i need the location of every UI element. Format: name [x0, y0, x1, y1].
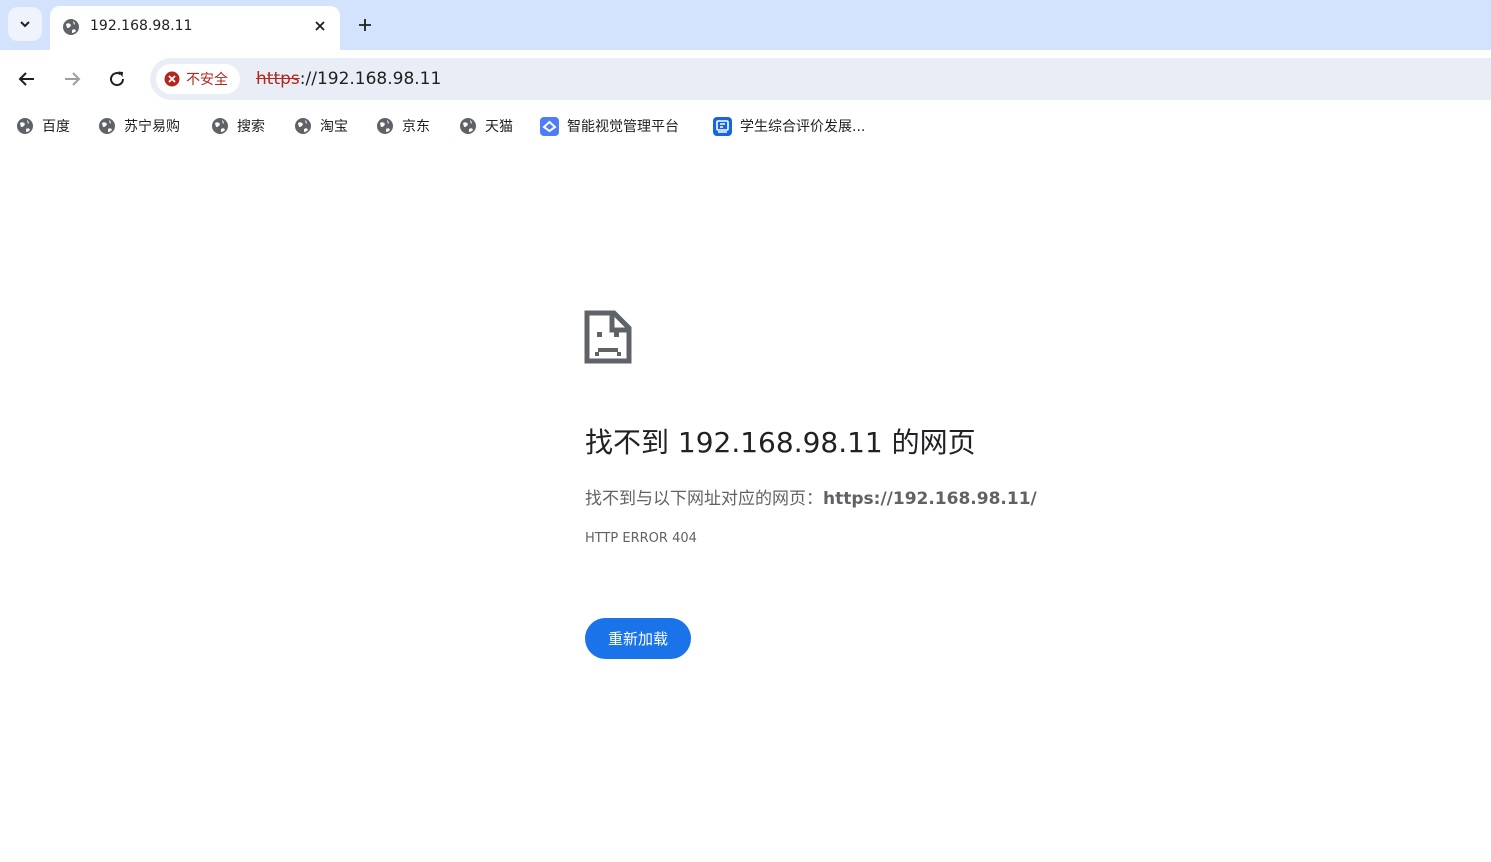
security-label: 不安全: [186, 72, 228, 88]
bookmark-label: 淘宝: [320, 119, 348, 135]
bookmark-suning[interactable]: 苏宁易购: [98, 116, 180, 136]
arrow-left-icon: [18, 72, 34, 86]
bookmark-label: 苏宁易购: [124, 119, 180, 135]
refresh-icon: [110, 71, 125, 87]
arrow-right-icon: [65, 72, 81, 86]
sad-page-icon: [584, 310, 632, 364]
globe-icon: [99, 118, 115, 134]
plus-icon: [359, 19, 371, 31]
close-icon: [315, 21, 325, 31]
url-text[interactable]: https://192.168.98.11: [256, 69, 441, 89]
security-chip[interactable]: 不安全: [156, 64, 240, 94]
student-eval-icon: [713, 116, 732, 136]
active-tab[interactable]: 192.168.98.11: [50, 6, 340, 50]
forward-button[interactable]: [58, 65, 86, 93]
error-description: 找不到与以下网址对应的网页：https://192.168.98.11/: [585, 484, 1037, 509]
error-desc-prefix: 找不到与以下网址对应的网页：: [585, 489, 823, 509]
back-button[interactable]: [13, 65, 41, 93]
insecure-warning-icon: [164, 71, 180, 87]
new-tab-button[interactable]: [352, 12, 378, 38]
chevron-down-icon: [20, 21, 30, 28]
bookmark-baidu[interactable]: 百度: [16, 116, 70, 136]
error-desc-url: https://192.168.98.11/: [823, 489, 1037, 509]
reload-page-button[interactable]: 重新加载: [585, 618, 691, 659]
tab-title: 192.168.98.11: [90, 18, 193, 34]
reload-button[interactable]: [103, 65, 131, 93]
vision-platform-icon: [540, 116, 559, 136]
url-scheme: https: [256, 69, 300, 89]
globe-icon: [17, 118, 33, 134]
bookmark-search[interactable]: 搜索: [211, 116, 265, 136]
tab-strip: 192.168.98.11: [0, 0, 1491, 50]
error-code: HTTP ERROR 404: [585, 531, 697, 546]
bookmark-student-eval[interactable]: 学生综合评价发展...: [713, 116, 865, 136]
bookmarks-bar: 百度 苏宁易购 搜索 淘宝 京东 天猫 智能视觉管理平台 学生综合评价发展...: [0, 108, 1491, 144]
bookmark-label: 智能视觉管理平台: [567, 119, 679, 135]
globe-icon: [377, 118, 393, 134]
bookmark-tmall[interactable]: 天猫: [459, 116, 513, 136]
tab-search-button[interactable]: [8, 7, 42, 41]
close-tab-button[interactable]: [310, 16, 330, 36]
globe-icon: [212, 118, 228, 134]
bookmark-jd[interactable]: 京东: [376, 116, 430, 136]
error-title: 找不到 192.168.98.11 的网页: [585, 426, 976, 459]
address-bar[interactable]: 不安全 https://192.168.98.11: [150, 58, 1491, 100]
url-host: ://192.168.98.11: [299, 69, 442, 89]
toolbar: 不安全 https://192.168.98.11: [0, 50, 1491, 108]
bookmark-taobao[interactable]: 淘宝: [294, 116, 348, 136]
globe-icon: [460, 118, 476, 134]
bookmark-vision-platform[interactable]: 智能视觉管理平台: [540, 116, 679, 136]
bookmark-label: 搜索: [237, 119, 265, 135]
bookmark-label: 学生综合评价发展...: [740, 119, 866, 135]
globe-icon: [295, 118, 311, 134]
globe-icon: [63, 19, 79, 35]
bookmark-label: 京东: [402, 119, 430, 135]
bookmark-label: 百度: [42, 119, 70, 135]
bookmark-label: 天猫: [485, 119, 513, 135]
